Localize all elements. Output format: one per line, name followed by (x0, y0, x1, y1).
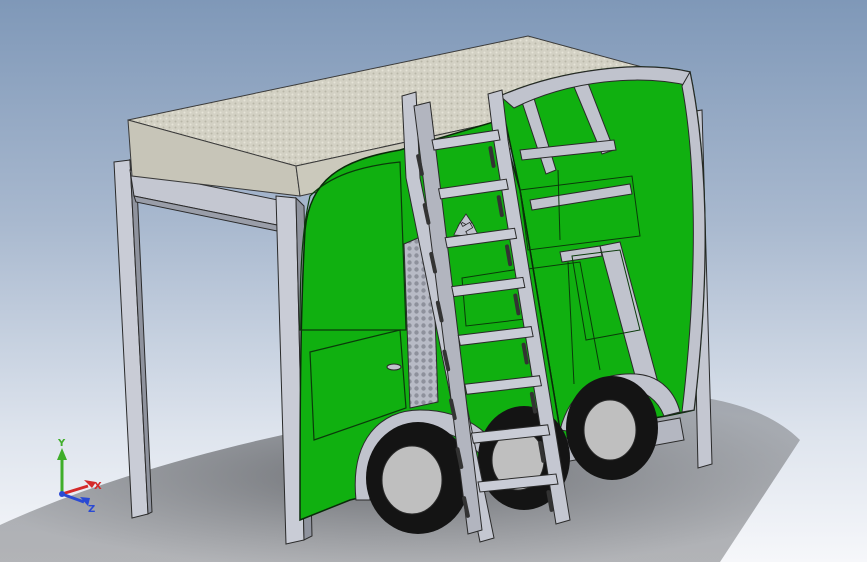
wheel-rear (566, 376, 658, 480)
cad-viewport[interactable]: Y X Z (0, 0, 867, 562)
x-axis-label: X (94, 481, 102, 492)
door-handle (386, 363, 402, 371)
z-axis-label: Z (88, 504, 95, 515)
wheel-front (366, 422, 470, 534)
bunk-bed-model: Y X Z (0, 35, 800, 562)
y-axis-label: Y (57, 438, 66, 449)
